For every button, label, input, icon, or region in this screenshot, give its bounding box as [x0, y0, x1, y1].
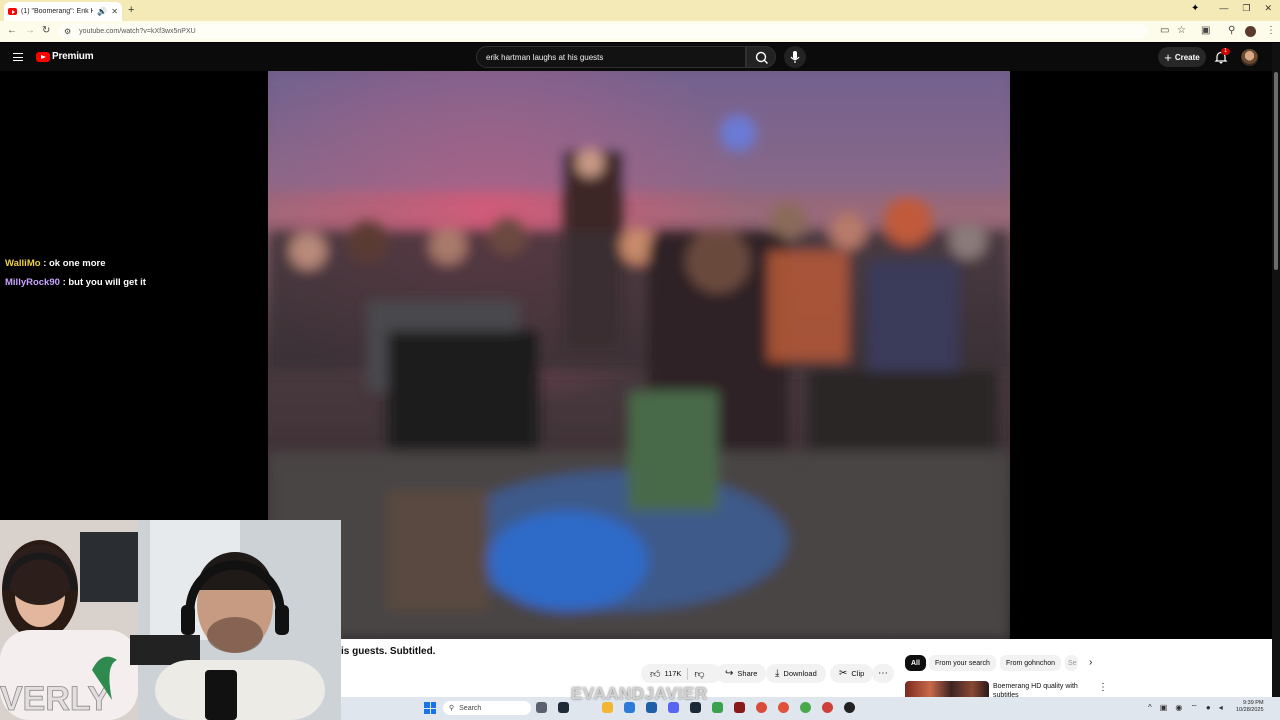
taskbar-search-placeholder: Search — [459, 704, 482, 712]
taskbar-app-icon[interactable] — [734, 702, 745, 713]
chat-message: MillyRock90 : but you will get it — [5, 277, 146, 288]
network-icon[interactable]: ⌔ — [1190, 703, 1198, 713]
video-scene-image — [268, 71, 1010, 639]
chip-partial[interactable]: Se — [1065, 655, 1078, 671]
system-tray[interactable]: ^ ▣ ◉ ⌔ ● ◂ — [1148, 703, 1223, 713]
minimize-icon[interactable]: — — [1219, 3, 1228, 14]
chip-from-channel[interactable]: From gohnchon — [1000, 655, 1062, 671]
search-input[interactable] — [486, 52, 736, 62]
scrollbar-thumb[interactable] — [1274, 72, 1278, 270]
share-button[interactable]: ↪ Share — [716, 664, 767, 683]
svg-text:VERLY: VERLY — [0, 680, 111, 718]
chrome-icon[interactable] — [778, 702, 789, 713]
chat-username: MillyRock90 — [5, 277, 60, 288]
taskbar-app-icon[interactable] — [536, 702, 547, 713]
clip-button[interactable]: ✂ Clip — [830, 664, 874, 683]
account-avatar[interactable] — [1241, 49, 1258, 66]
clock-date: 10/28/2025 — [1236, 707, 1264, 713]
chat-text: : ok one more — [43, 258, 106, 269]
brand-label[interactable]: Premium — [52, 51, 94, 62]
profile-avatar-icon[interactable] — [1245, 26, 1256, 37]
tray-app-icon[interactable]: ◉ — [1175, 703, 1182, 713]
windows-start-icon[interactable] — [424, 702, 436, 714]
tray-chevron-icon[interactable]: ^ — [1148, 703, 1152, 713]
taskbar-search[interactable]: ⚲ Search — [443, 701, 531, 715]
taskbar-app-icon[interactable] — [844, 702, 855, 713]
search-box[interactable] — [476, 46, 746, 68]
chevron-right-icon[interactable]: › — [1089, 657, 1092, 668]
plus-icon: + — [1164, 49, 1172, 65]
cast-icon[interactable]: ▭ — [1160, 25, 1169, 36]
clock-time: 9:39 PM — [1243, 700, 1264, 706]
chat-username: WalliMo — [5, 258, 41, 269]
taskbar-app-icon[interactable] — [558, 702, 569, 713]
like-dislike-group: 👍︎ 117K 👎︎ — [641, 664, 721, 683]
create-label: Create — [1174, 52, 1200, 62]
search-icon: ⚲ — [449, 705, 455, 712]
site-info-icon[interactable]: ⚙ — [64, 27, 71, 36]
streamer-watermark: EVAANDJAVIER — [571, 684, 708, 703]
tab-title: (1) "Boomerang": Erik Hartm — [21, 8, 94, 15]
clip-label: Clip — [851, 669, 865, 678]
create-button[interactable]: + Create — [1158, 47, 1206, 67]
download-label: Download — [783, 669, 817, 678]
volume-icon[interactable]: ◂ — [1219, 703, 1223, 713]
close-tab-icon[interactable]: ✕ — [111, 7, 118, 16]
voice-search-button[interactable] — [784, 46, 806, 68]
microphone-icon — [790, 51, 800, 63]
thumbs-up-icon: 👍︎ — [650, 668, 661, 680]
bookmark-star-icon[interactable]: ☆ — [1177, 25, 1186, 36]
like-count: 117K — [664, 669, 682, 678]
scissors-icon: ✂ — [839, 668, 848, 679]
chip-all[interactable]: All — [905, 655, 926, 671]
more-horizontal-icon: ⋯ — [878, 668, 888, 679]
restore-icon[interactable]: ❐ — [1242, 3, 1250, 14]
chrome-icon[interactable] — [756, 702, 767, 713]
tray-app-icon[interactable]: ▣ — [1160, 703, 1168, 713]
extensions-icon[interactable]: ⚲ — [1228, 25, 1235, 36]
hamburger-menu-icon[interactable] — [13, 53, 23, 61]
chat-message: WalliMo : ok one more — [5, 258, 105, 269]
close-window-icon[interactable]: ✕ — [1264, 3, 1272, 14]
forward-icon[interactable]: → — [25, 25, 35, 36]
chrome-icon[interactable] — [822, 702, 833, 713]
more-vertical-icon[interactable]: ⋮ — [1098, 682, 1108, 693]
youtube-logo-icon[interactable] — [36, 52, 50, 62]
browser-tabstrip — [0, 0, 1280, 21]
address-bar[interactable]: ⚙ youtube.com/watch?v=kXf3wx5nPXU — [58, 24, 1148, 39]
download-icon: ⤓ — [775, 668, 780, 679]
audio-playing-icon[interactable]: 🔊 — [97, 7, 107, 16]
url-text: youtube.com/watch?v=kXf3wx5nPXU — [79, 28, 196, 35]
chip-from-your-search[interactable]: From your search — [929, 655, 996, 671]
download-button[interactable]: ⤓ Download — [766, 664, 826, 683]
thumbs-down-icon[interactable]: 👎︎ — [694, 668, 704, 680]
youtube-favicon-icon — [8, 8, 17, 15]
video-frame[interactable] — [268, 71, 1010, 639]
browser-tab[interactable]: (1) "Boomerang": Erik Hartm 🔊 ✕ — [4, 2, 122, 21]
window-controls: — ❐ ✕ — [1219, 3, 1272, 14]
search-button[interactable] — [746, 46, 776, 68]
taskbar-clock[interactable]: 9:39 PM 10/28/2025 — [1236, 700, 1264, 714]
chrome-icon[interactable] — [800, 702, 811, 713]
taskbar-app-icon[interactable] — [712, 702, 723, 713]
reload-icon[interactable]: ↻ — [42, 25, 50, 36]
share-icon: ↪ — [725, 668, 734, 679]
like-button[interactable]: 👍︎ 117K — [650, 668, 681, 680]
back-icon[interactable]: ← — [7, 25, 17, 36]
divider — [687, 667, 689, 680]
search-icon — [755, 51, 768, 64]
video-title: is guests. Subtitled. — [341, 646, 436, 657]
chat-text: : but you will get it — [62, 277, 146, 288]
webcam-image: VERLY — [0, 520, 341, 720]
streamer-webcam: VERLY — [0, 520, 341, 720]
new-tab-button[interactable]: + — [128, 4, 134, 16]
more-actions-button[interactable]: ⋯ — [872, 664, 894, 683]
gemini-spark-icon[interactable]: ✦ — [1191, 3, 1199, 14]
notification-badge: 1 — [1221, 48, 1230, 55]
browser-menu-icon[interactable]: ⋮ — [1266, 25, 1276, 36]
share-label: Share — [737, 669, 758, 678]
sidepanel-icon[interactable]: ▣ — [1201, 25, 1210, 36]
microphone-icon[interactable]: ● — [1206, 703, 1211, 713]
